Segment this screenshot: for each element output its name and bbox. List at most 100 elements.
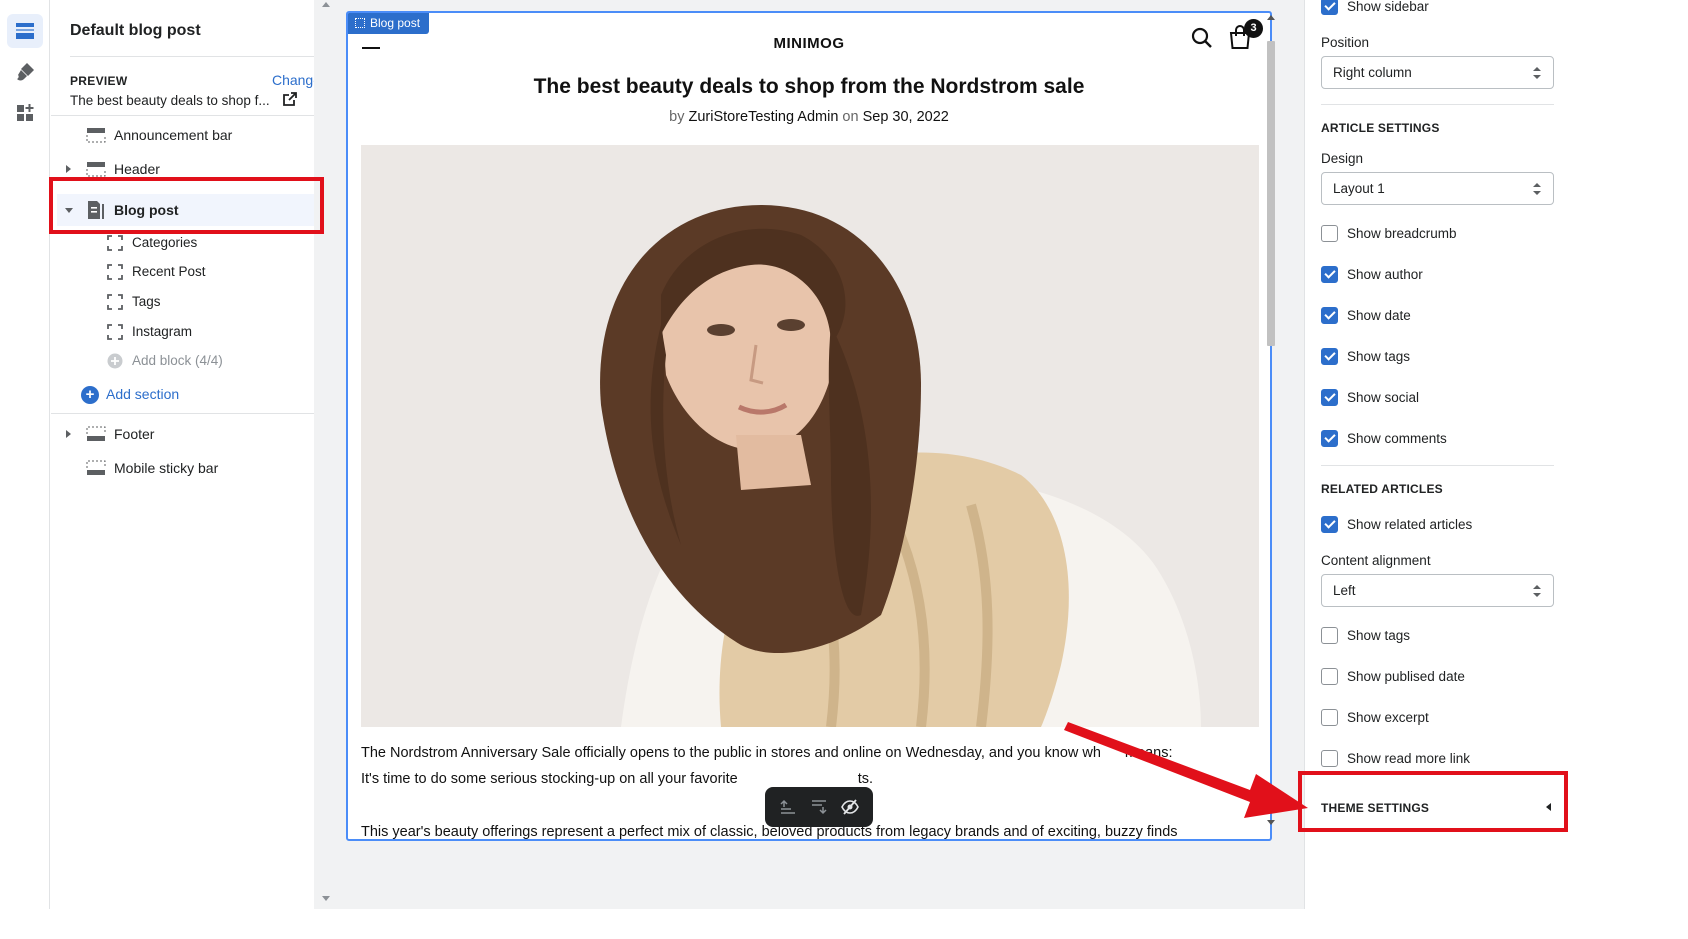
plus-circle-icon (107, 353, 123, 369)
checkbox[interactable] (1321, 708, 1338, 726)
move-up-icon[interactable] (779, 798, 797, 816)
preview-scrollbar[interactable] (1265, 11, 1277, 829)
scroll-up-icon[interactable] (1267, 15, 1275, 20)
checkbox[interactable] (1321, 515, 1338, 533)
article-text: The Nordstrom Anniversary Sale officiall… (361, 745, 1101, 761)
block-label: Recent Post (132, 264, 206, 279)
brush-icon[interactable] (7, 55, 43, 89)
show-published-date-checkbox[interactable]: Show publised date (1321, 665, 1465, 687)
section-announcement-bar[interactable]: Announcement bar (51, 119, 338, 151)
block-icon (107, 324, 123, 340)
add-section-button[interactable]: + Add section (51, 382, 338, 410)
show-comments-checkbox[interactable]: Show comments (1321, 427, 1447, 449)
section-label: Mobile sticky bar (114, 460, 219, 476)
annotation-arrow-icon (1064, 722, 1308, 818)
byline-on: on (842, 109, 859, 125)
checkbox[interactable] (1321, 749, 1338, 767)
divider (1321, 465, 1554, 466)
apps-icon[interactable] (7, 96, 43, 130)
sections-scrollbar[interactable] (314, 0, 338, 909)
add-block-button: Add block (4/4) (51, 347, 338, 375)
select-value: Left (1333, 583, 1356, 598)
divider (51, 115, 338, 116)
section-mobile-sticky-bar[interactable]: Mobile sticky bar (51, 452, 338, 484)
select-value: Right column (1333, 65, 1412, 80)
show-sidebar-checkbox[interactable]: Show sidebar (1321, 0, 1429, 17)
highlight-box (1298, 771, 1568, 832)
show-related-articles-checkbox[interactable]: Show related articles (1321, 513, 1472, 535)
expand-caret-icon[interactable] (66, 165, 71, 173)
sections-icon[interactable] (7, 14, 43, 48)
article-text: It's time to do some serious stocking-up… (361, 771, 738, 787)
show-read-more-link-checkbox[interactable]: Show read more link (1321, 747, 1470, 769)
checkbox-label: Show date (1347, 307, 1411, 323)
checkbox-label: Show related articles (1347, 516, 1473, 532)
expand-caret-icon[interactable] (66, 430, 71, 438)
checkbox[interactable] (1321, 388, 1338, 406)
search-icon[interactable] (1190, 26, 1214, 50)
sections-panel: Default blog post PREVIEW Change The bes… (51, 0, 338, 909)
hide-section-icon[interactable] (840, 798, 859, 816)
checkbox[interactable] (1321, 265, 1338, 283)
footer-icon (86, 426, 106, 441)
icon-rail (0, 0, 50, 909)
block-item-instagram[interactable]: Instagram (51, 318, 338, 346)
store-logo[interactable]: MINIMOG (348, 35, 1270, 52)
section-footer[interactable]: Footer (51, 418, 338, 450)
external-link-icon[interactable] (283, 92, 297, 106)
scroll-up-icon[interactable] (322, 2, 330, 7)
highlight-box (49, 177, 324, 234)
scroll-thumb[interactable] (1267, 41, 1275, 346)
divider (70, 56, 323, 57)
position-select[interactable]: Right column (1321, 56, 1554, 89)
section-tag-blog-post[interactable]: Blog post (348, 13, 430, 34)
block-item-tags[interactable]: Tags (51, 288, 338, 316)
article-author: ZuriStoreTesting Admin (688, 109, 839, 125)
block-item-recent-post[interactable]: Recent Post (51, 258, 338, 286)
cart-count-badge: 3 (1244, 19, 1263, 38)
checkbox-label: Show social (1347, 389, 1420, 405)
select-arrows-icon (1533, 585, 1541, 597)
block-label: Instagram (132, 324, 193, 339)
article-text: ts. (857, 771, 874, 787)
checkbox[interactable] (1321, 224, 1338, 242)
article-title: The best beauty deals to shop from the N… (533, 75, 1085, 98)
article-byline: by ZuriStoreTesting Admin on Sep 30, 202… (348, 109, 1270, 125)
checkbox-label: Show comments (1347, 430, 1447, 446)
checkbox[interactable] (1321, 626, 1338, 644)
select-arrows-icon (1533, 67, 1541, 79)
add-block-label: Add block (4/4) (132, 353, 223, 368)
checkbox-label: Show sidebar (1347, 0, 1429, 14)
checkbox[interactable] (1321, 306, 1338, 324)
related-show-tags-checkbox[interactable]: Show tags (1321, 624, 1410, 646)
design-select[interactable]: Layout 1 (1321, 172, 1554, 205)
section-floating-toolbar (765, 787, 873, 827)
block-icon (107, 294, 123, 310)
content-alignment-label: Content alignment (1321, 553, 1431, 568)
section-label: Announcement bar (114, 127, 233, 143)
checkbox[interactable] (1321, 0, 1338, 15)
move-down-icon[interactable] (810, 798, 828, 816)
scroll-down-icon[interactable] (322, 896, 330, 901)
block-icon (107, 235, 123, 251)
content-alignment-select[interactable]: Left (1321, 574, 1554, 607)
show-social-checkbox[interactable]: Show social (1321, 386, 1419, 408)
show-breadcrumb-checkbox[interactable]: Show breadcrumb (1321, 222, 1457, 244)
show-date-checkbox[interactable]: Show date (1321, 304, 1411, 326)
article-hero-image (361, 145, 1259, 727)
show-author-checkbox[interactable]: Show author (1321, 263, 1423, 285)
preview-value: The best beauty deals to shop f... (70, 93, 270, 108)
checkbox[interactable] (1321, 347, 1338, 365)
checkbox[interactable] (1321, 667, 1338, 685)
show-tags-checkbox[interactable]: Show tags (1321, 345, 1410, 367)
page-title[interactable]: Default blog post (70, 22, 201, 40)
article-settings-heading: ARTICLE SETTINGS (1321, 121, 1440, 135)
block-label: Tags (132, 294, 161, 309)
page-margin (1568, 0, 1688, 909)
section-label: Footer (114, 426, 155, 442)
block-label: Categories (132, 235, 198, 250)
checkbox[interactable] (1321, 429, 1338, 447)
show-excerpt-checkbox[interactable]: Show excerpt (1321, 706, 1429, 728)
divider (1321, 104, 1554, 105)
section-tag-icon (355, 18, 365, 28)
